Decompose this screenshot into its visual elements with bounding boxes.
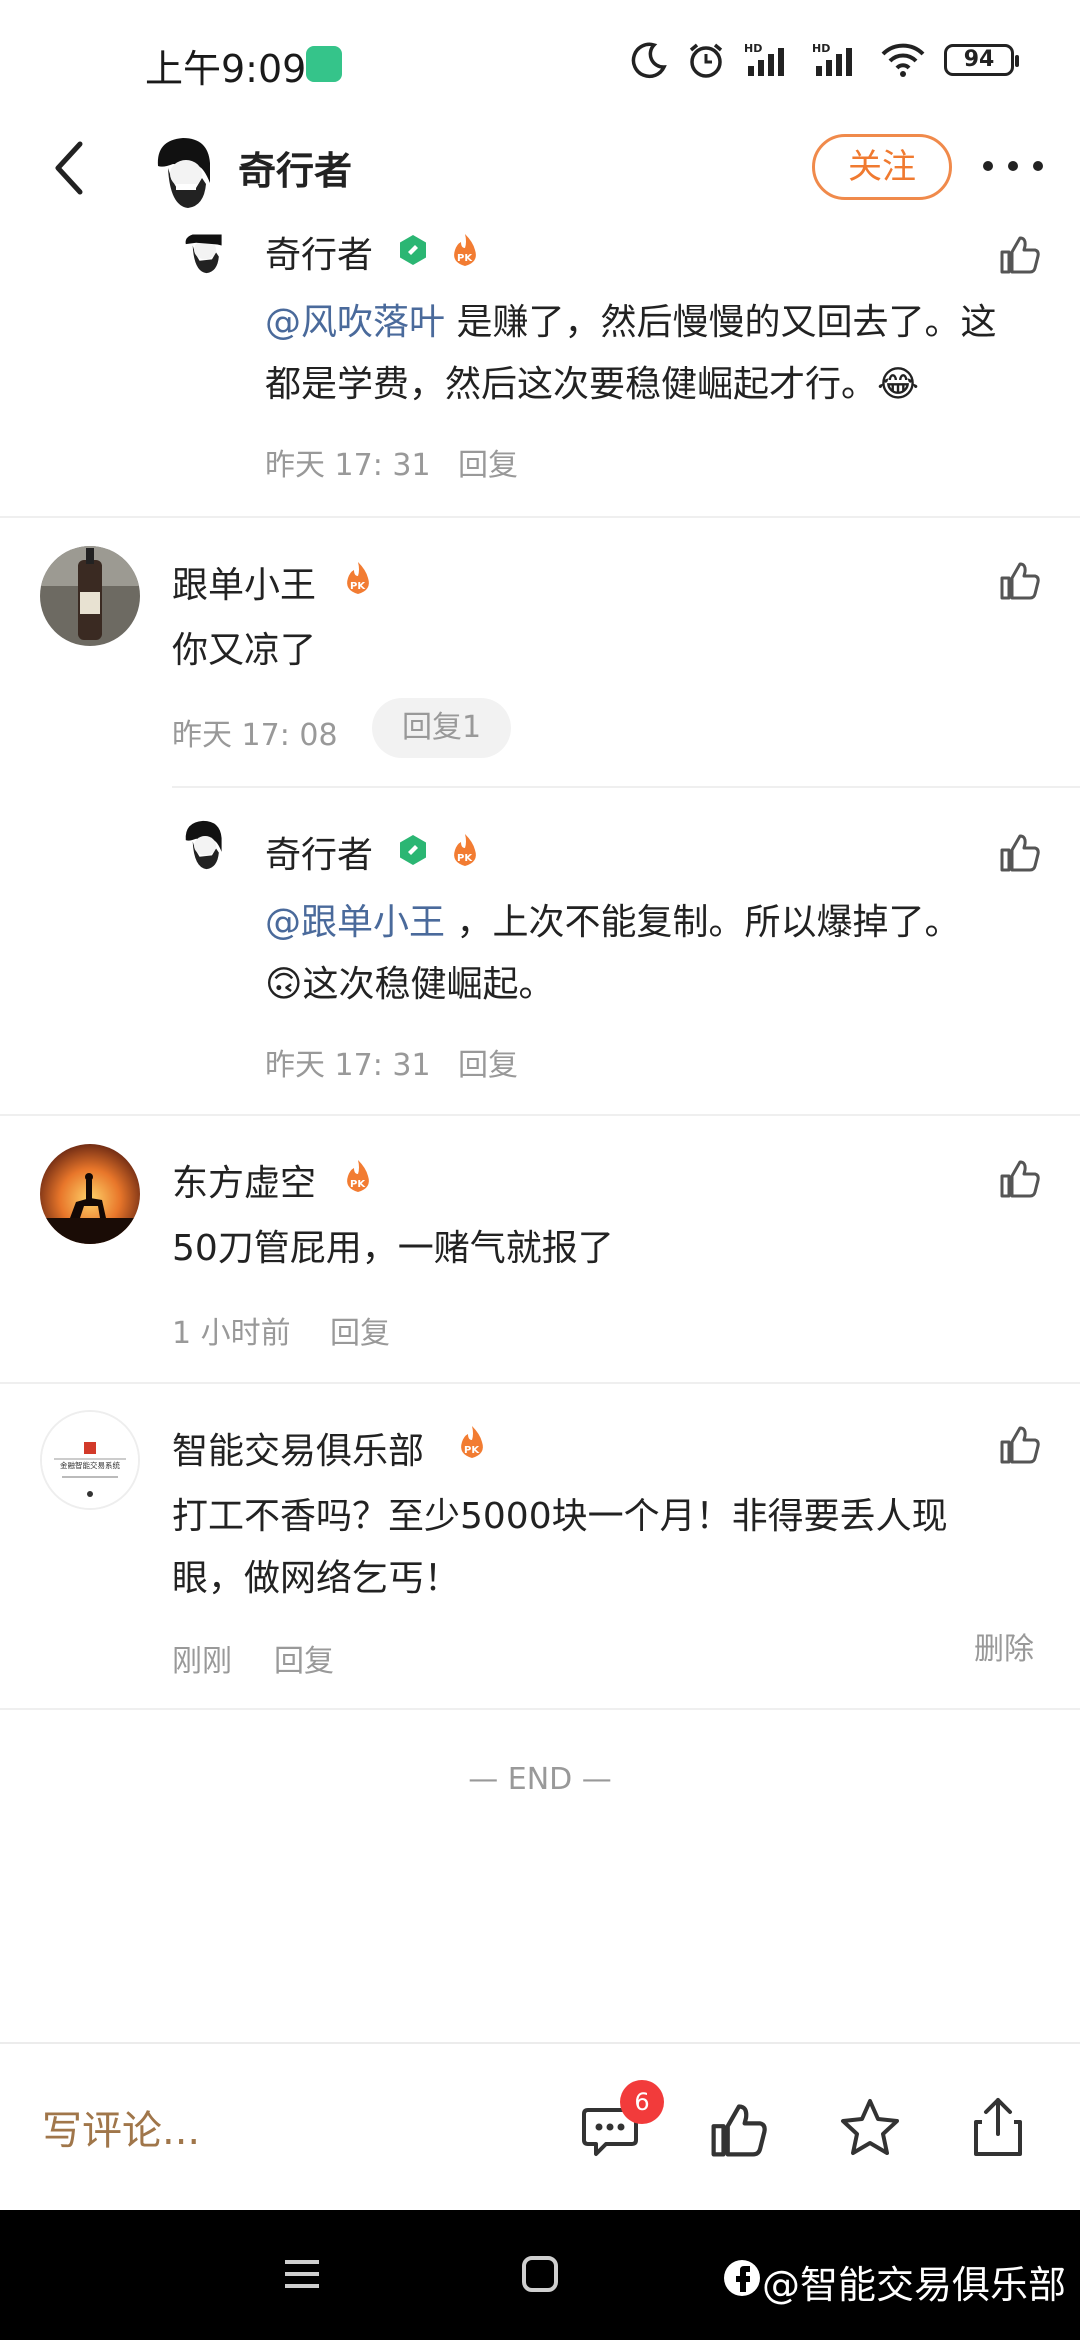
divider bbox=[0, 516, 1080, 518]
divider bbox=[0, 1114, 1080, 1116]
svg-text:PK: PK bbox=[457, 253, 473, 264]
comment-text: 50刀管屁用，一赌气就报了 bbox=[172, 1228, 614, 1269]
shield-icon bbox=[306, 46, 342, 82]
svg-text:PK: PK bbox=[464, 1445, 480, 1456]
divider bbox=[0, 2042, 1080, 2044]
reply-button[interactable]: 回复 bbox=[330, 1308, 390, 1352]
svg-text:PK: PK bbox=[457, 853, 473, 864]
more-options-icon[interactable] bbox=[978, 140, 1048, 192]
like-icon[interactable] bbox=[998, 830, 1042, 874]
comment-text: 打工不香吗？至少5000块一个月！非得要丢人现 眼，做网络乞丐！ bbox=[172, 1486, 1052, 1610]
comment-time: 刚刚 bbox=[172, 1644, 232, 1679]
mention-link[interactable]: @风吹落叶 bbox=[265, 302, 445, 343]
divider bbox=[0, 1708, 1080, 1710]
comment-time: 昨天 17: 31 bbox=[265, 448, 431, 483]
like-icon[interactable] bbox=[998, 558, 1042, 602]
comment-text-line1: @风吹落叶 是赚了，然后慢慢的又回去了。这 bbox=[265, 302, 997, 343]
comment-author[interactable]: 智能交易俱乐部 bbox=[172, 1422, 424, 1474]
like-icon[interactable] bbox=[998, 1422, 1042, 1466]
reply-button[interactable]: 回复 bbox=[274, 1636, 334, 1680]
pk-fire-icon: PK bbox=[454, 234, 476, 266]
pk-fire-icon: PK bbox=[454, 834, 476, 866]
comment-text-line1: @跟单小王 ，上次不能复制。所以爆掉了。 bbox=[265, 902, 961, 943]
share-icon[interactable] bbox=[968, 2094, 1028, 2160]
comment-time: 1 小时前 bbox=[172, 1316, 291, 1351]
svg-text:PK: PK bbox=[350, 581, 366, 592]
star-icon[interactable] bbox=[838, 2096, 902, 2160]
reply-avatar[interactable] bbox=[172, 814, 234, 876]
header-author-name[interactable]: 奇行者 bbox=[238, 140, 352, 195]
divider bbox=[0, 1382, 1080, 1384]
moon-icon bbox=[631, 42, 667, 79]
mention-link[interactable]: @跟单小王 bbox=[265, 902, 445, 943]
comment-text-line2: 🙃这次稳健崛起。 bbox=[265, 964, 555, 1005]
like-icon[interactable] bbox=[998, 232, 1042, 276]
delete-button[interactable]: 删除 bbox=[974, 1624, 1034, 1668]
like-icon[interactable] bbox=[998, 1156, 1042, 1200]
reply-button[interactable]: 回复 bbox=[458, 440, 518, 484]
signal-icon: HD bbox=[744, 42, 784, 76]
svg-text:HD: HD bbox=[812, 42, 830, 55]
comment-author[interactable]: 奇行者 bbox=[265, 226, 373, 278]
comment-text-line2: 都是学费，然后这次要稳健崛起才行。😂 bbox=[265, 364, 920, 405]
back-arrow-icon[interactable] bbox=[44, 132, 100, 204]
comment-count-badge: 6 bbox=[620, 2080, 664, 2124]
commenter-avatar[interactable] bbox=[40, 546, 140, 646]
commenter-avatar[interactable]: 金融智能交易系统 bbox=[40, 1410, 140, 1510]
comment-author[interactable]: 跟单小王 bbox=[172, 556, 316, 608]
status-icons: HD HD 94 bbox=[630, 40, 1019, 80]
write-comment-input[interactable]: 写评论... bbox=[42, 2098, 200, 2156]
svg-text:PK: PK bbox=[350, 1179, 366, 1190]
like-icon[interactable] bbox=[708, 2098, 770, 2160]
reply-count-button[interactable]: 回复1 bbox=[372, 698, 512, 758]
menu-icon[interactable] bbox=[282, 2254, 322, 2294]
comment-text-line1: 打工不香吗？至少5000块一个月！非得要丢人现 bbox=[172, 1496, 948, 1537]
avatar-logo-text: 金融智能交易系统 bbox=[60, 1460, 120, 1470]
comment-author[interactable]: 东方虚空 bbox=[172, 1154, 316, 1206]
watermark: @智能交易俱乐部 bbox=[761, 2263, 1066, 2307]
comment-time: 昨天 17: 08 bbox=[172, 718, 338, 753]
comment-text-line2: 眼，做网络乞丐！ bbox=[172, 1558, 461, 1599]
author-avatar[interactable] bbox=[138, 128, 228, 218]
signal-icon-2: HD bbox=[812, 42, 852, 76]
alarm-icon bbox=[689, 43, 723, 78]
comment-time: 昨天 17: 31 bbox=[265, 1048, 431, 1083]
verified-icon bbox=[400, 235, 426, 265]
pk-fire-icon: PK bbox=[461, 1426, 483, 1458]
commenter-avatar[interactable] bbox=[40, 1144, 140, 1244]
comment-author[interactable]: 奇行者 bbox=[265, 826, 373, 878]
pk-fire-icon: PK bbox=[347, 1160, 369, 1192]
svg-text:HD: HD bbox=[744, 42, 762, 55]
comment-text: @风吹落叶 是赚了，然后慢慢的又回去了。这 都是学费，然后这次要稳健崛起才行。😂 bbox=[265, 292, 1055, 416]
reply-button[interactable]: 回复 bbox=[458, 1040, 518, 1084]
status-time: 上午9:09 bbox=[145, 47, 307, 91]
platform-logo-icon bbox=[724, 2260, 760, 2296]
divider bbox=[172, 786, 1080, 788]
comment-text: @跟单小王 ，上次不能复制。所以爆掉了。 🙃这次稳健崛起。 bbox=[265, 892, 1055, 1016]
battery-indicator: 94 bbox=[944, 44, 1019, 76]
comment-text: 你又凉了 bbox=[172, 630, 317, 671]
verified-icon bbox=[400, 835, 426, 865]
home-icon[interactable] bbox=[520, 2254, 560, 2294]
end-marker: — END — bbox=[468, 1762, 612, 1797]
follow-button[interactable]: 关注 bbox=[812, 134, 952, 200]
wifi-icon bbox=[881, 43, 925, 77]
pk-fire-icon: PK bbox=[347, 562, 369, 594]
reply-avatar[interactable] bbox=[172, 218, 234, 280]
